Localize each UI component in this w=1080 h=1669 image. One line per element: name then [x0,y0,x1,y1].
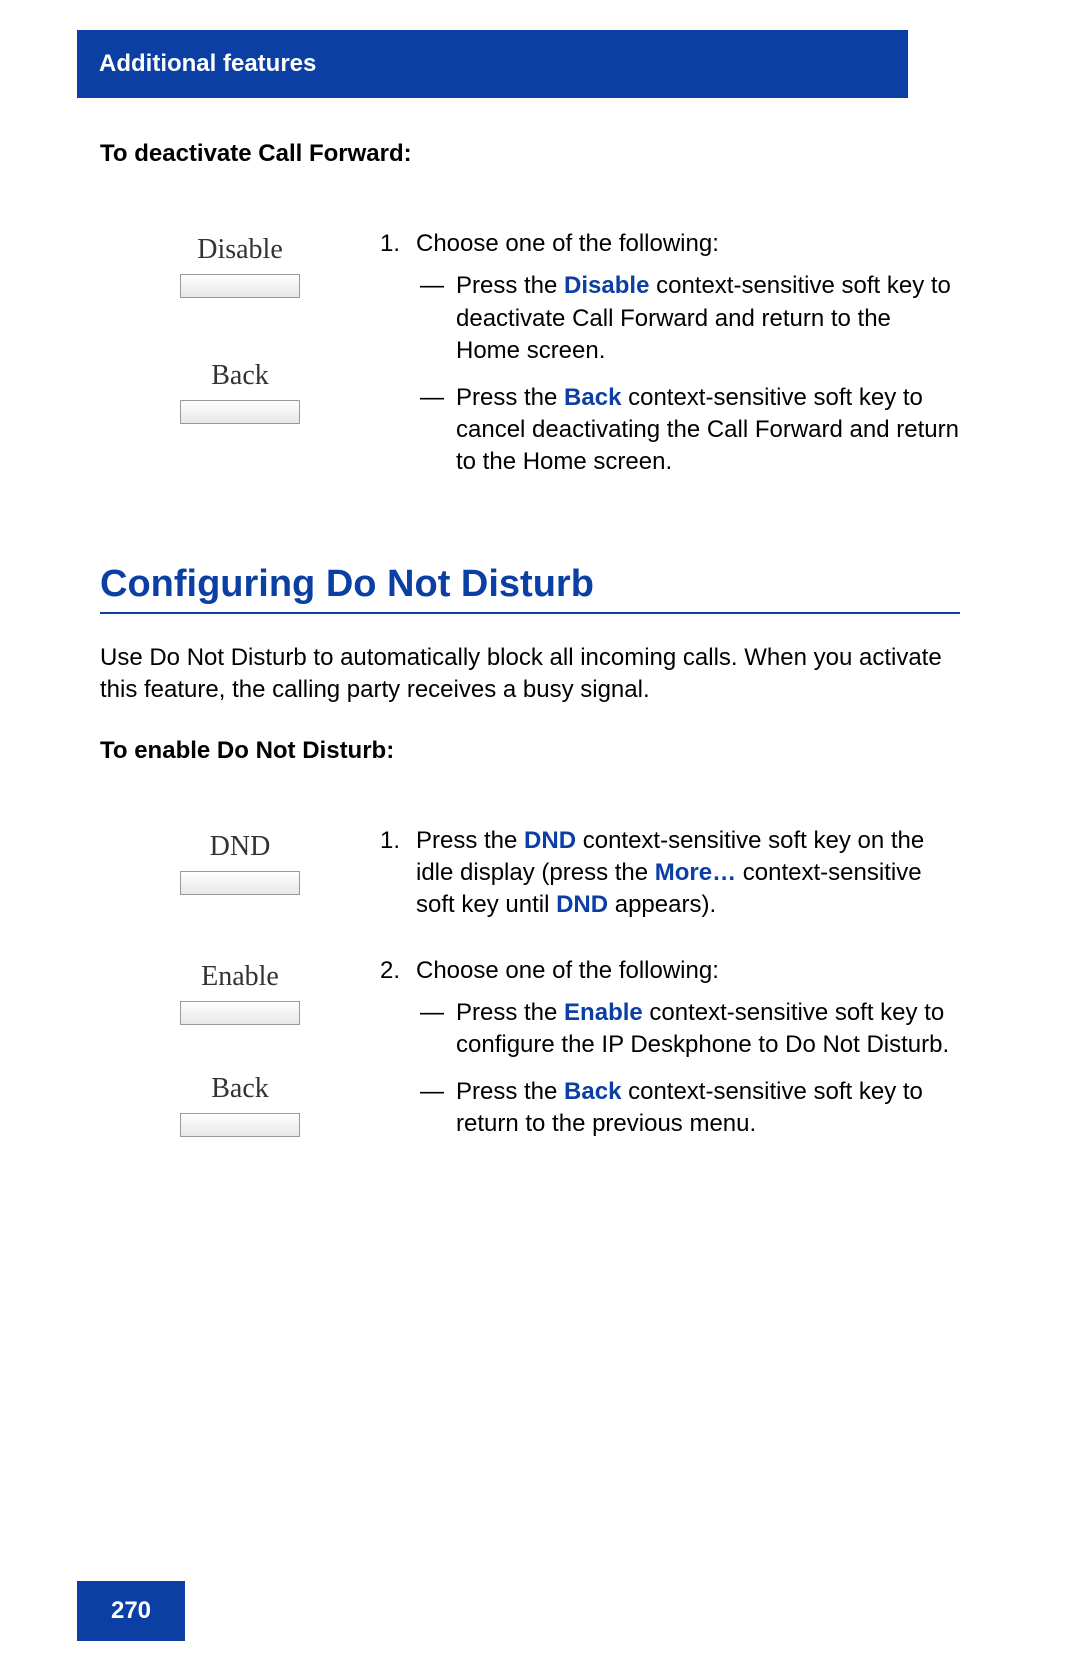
step-row: DND 1. Press the DND context-sensitive s… [100,825,960,935]
text-segment: Press the [456,272,564,299]
dash-list: — Press the Enable context-sensitive sof… [416,997,960,1141]
softkey-label-disable: Disable [197,234,283,266]
header-title: Additional features [99,50,316,78]
softkey-button-back [180,400,300,424]
list-body: Choose one of the following: — Press the… [416,228,960,493]
dash-body: Press the Back context-sensitive soft ke… [456,1076,960,1141]
text-segment: Press the [456,999,564,1026]
page: Additional features To deactivate Call F… [0,0,1080,1669]
text-segment: Press the [456,384,564,411]
dash-icon: — [416,382,456,414]
softkey-group-disable: Disable [180,234,300,338]
step-row: Disable Back 1. Choose one of the follow… [100,228,960,503]
softkey-group-enable: Enable [180,961,300,1065]
dash-body: Press the Disable context-sensitive soft… [456,270,960,367]
dash-list: — Press the Disable context-sensitive so… [416,270,960,478]
text-segment: appears). [608,891,716,918]
softkey-button-enable [180,1001,300,1025]
softkey-group-back: Back [180,1073,300,1177]
text-column: 1. Press the DND context-sensitive soft … [380,825,960,932]
list-body: Press the DND context-sensitive soft key… [416,825,960,922]
softkeys-column: Enable Back [100,955,380,1177]
intro-paragraph: Use Do Not Disturb to automatically bloc… [100,642,960,707]
text-column: 1. Choose one of the following: — Press … [380,228,960,503]
text-segment: Press the [416,827,524,854]
keyword-dnd: DND [556,891,608,918]
list-number: 2. [380,955,416,987]
softkey-group-dnd: DND [180,831,300,935]
softkey-button-disable [180,274,300,298]
dash-item: — Press the Back context-sensitive soft … [416,1076,960,1141]
ordered-list: 2. Choose one of the following: — Press … [380,955,960,1155]
dash-icon: — [416,997,456,1029]
step-row: Enable Back 2. Choose one of the followi… [100,955,960,1177]
subhead-deactivate-call-forward: To deactivate Call Forward: [100,140,960,168]
ordered-list: 1. Press the DND context-sensitive soft … [380,825,960,922]
softkey-label-back: Back [211,360,269,392]
dash-body: Press the Enable context-sensitive soft … [456,997,960,1062]
softkey-label-dnd: DND [210,831,271,863]
softkeys-column: Disable Back [100,228,380,464]
content-area: To deactivate Call Forward: Disable Back… [100,122,960,1197]
keyword-disable: Disable [564,272,649,299]
page-number: 270 [111,1597,151,1625]
ordered-list: 1. Choose one of the following: — Press … [380,228,960,493]
step-lead-text: Choose one of the following: [416,957,719,984]
step-lead-text: Choose one of the following: [416,230,719,257]
section-title-dnd: Configuring Do Not Disturb [100,563,960,606]
softkeys-column: DND [100,825,380,935]
softkey-group-back: Back [180,360,300,464]
softkey-label-back: Back [211,1073,269,1105]
dash-item: — Press the Enable context-sensitive sof… [416,997,960,1062]
dash-item: — Press the Disable context-sensitive so… [416,270,960,367]
list-item: 1. Choose one of the following: — Press … [380,228,960,493]
dash-item: — Press the Back context-sensitive soft … [416,382,960,479]
list-number: 1. [380,825,416,857]
text-column: 2. Choose one of the following: — Press … [380,955,960,1165]
subhead-enable-dnd: To enable Do Not Disturb: [100,737,960,765]
keyword-enable: Enable [564,999,643,1026]
text-segment: Press the [456,1078,564,1105]
dash-icon: — [416,270,456,302]
list-item: 1. Press the DND context-sensitive soft … [380,825,960,922]
keyword-more: More… [655,859,736,886]
header-bar: Additional features [77,30,908,98]
softkey-button-back [180,1113,300,1137]
keyword-back: Back [564,1078,621,1105]
softkey-label-enable: Enable [201,961,279,993]
softkey-button-dnd [180,871,300,895]
section-rule [100,612,960,614]
list-number: 1. [380,228,416,260]
page-number-box: 270 [77,1581,185,1641]
keyword-back: Back [564,384,621,411]
list-body: Choose one of the following: — Press the… [416,955,960,1155]
keyword-dnd: DND [524,827,576,854]
dash-icon: — [416,1076,456,1108]
dash-body: Press the Back context-sensitive soft ke… [456,382,960,479]
list-item: 2. Choose one of the following: — Press … [380,955,960,1155]
